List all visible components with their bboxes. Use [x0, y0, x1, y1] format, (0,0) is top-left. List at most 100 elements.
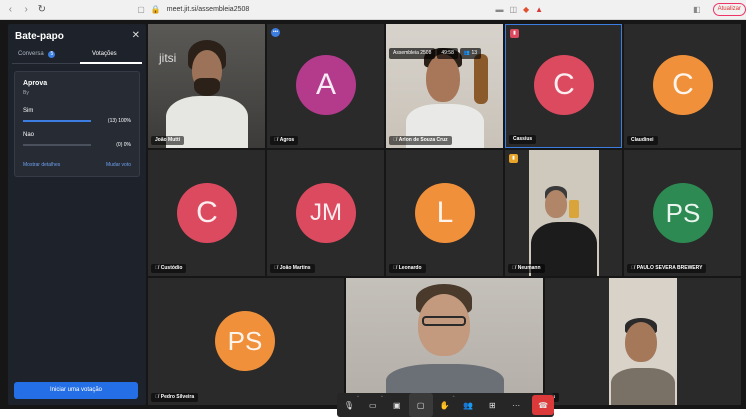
poll-option-bar — [23, 120, 91, 122]
avatar: PS — [653, 183, 713, 243]
participant-name: Cassius — [509, 135, 537, 144]
participant-name: 🎙̸ João Martins — [270, 264, 315, 273]
poll-option-count: (0) 0% — [116, 142, 131, 148]
mic-muted-icon: 🎙̸ — [155, 265, 159, 271]
avatar-initials: C — [553, 68, 575, 101]
brave-rewards-icon[interactable]: ▲ — [535, 5, 543, 14]
avatar: C — [177, 183, 237, 243]
poll-card: Aprova By Sim (13) 100% Nao (0) 0% Mostr… — [14, 71, 140, 177]
phone-hangup-icon: ☎ — [538, 400, 549, 410]
chevron-up-icon[interactable]: ^ — [357, 394, 359, 399]
reload-icon[interactable]: ↻ — [37, 4, 48, 16]
screen-share-button[interactable]: ▣ — [385, 393, 409, 417]
participant-name: 🎙̸ Arlon de Souza Cruz — [389, 136, 452, 145]
connection-indicator-icon[interactable]: ▮ — [510, 29, 519, 38]
mic-muted-icon: 🎙̸ — [393, 265, 397, 271]
guitar — [474, 54, 488, 104]
participant-name-text: Leonardo — [398, 265, 422, 271]
participant-name-text: Pedro Silveira — [160, 394, 195, 400]
participant-name-text: Custódio — [160, 265, 183, 271]
mic-muted-icon: 🎙̸ — [393, 137, 397, 143]
participant-name: 🎙̸ Agros — [270, 136, 299, 145]
sidebar-icon[interactable]: ◧ — [693, 5, 701, 14]
poll-author: By — [23, 90, 29, 96]
participant-name-text: João Martins — [279, 265, 311, 271]
participant-tile[interactable]: C 🎙̸ Custódio — [148, 150, 265, 276]
connection-indicator-icon[interactable]: ▮ — [509, 154, 518, 163]
participant-tile[interactable]: JM 🎙̸ João Martins — [267, 150, 384, 276]
video-camera-icon: ▭ — [369, 400, 377, 410]
participant-name: 🎙̸ Leonardo — [389, 264, 426, 273]
participant-name: Claudinei — [627, 136, 658, 145]
hangup-button[interactable]: ☎ — [532, 395, 555, 415]
meeting-timer: 49:58 — [437, 48, 458, 59]
browser-toolbar: ‹ › ↻ ▢ 🔒 meet.jit.si/assembleia2508 ▬ ◫… — [0, 0, 746, 20]
participant-tile[interactable]: C Claudinei — [624, 24, 741, 148]
meeting-info: Assembleia 2508 49:58 👥 13 — [389, 48, 482, 59]
avatar: L — [415, 183, 475, 243]
participant-name-text: PAULO SEVERA BREWERY — [636, 265, 703, 271]
participant-name-text: Agros — [279, 137, 295, 143]
participant-tile[interactable] — [346, 278, 543, 405]
chevron-up-icon[interactable]: ^ — [381, 394, 383, 399]
start-vote-button[interactable]: Iniciar uma votação — [14, 382, 138, 399]
poll-option-fill — [23, 120, 91, 122]
participant-tile[interactable]: ••• A 🎙̸ Agros — [267, 24, 384, 148]
participant-count[interactable]: 👥 13 — [459, 48, 482, 59]
drink-glass — [569, 200, 579, 218]
participant-tile[interactable]: ...enis — [545, 278, 741, 405]
participant-name-text: Neumann — [517, 265, 541, 271]
microphone-button[interactable]: 🎙 ^ — [337, 393, 361, 417]
participants-button[interactable]: 👥 — [456, 393, 480, 417]
poll-question: Aprova — [23, 80, 48, 87]
back-icon[interactable]: ‹ — [5, 4, 16, 16]
tile-view-button[interactable]: ⊞ — [480, 393, 504, 417]
video-person-face — [625, 322, 657, 362]
video-person-face — [545, 190, 567, 218]
tile-view-icon: ⊞ — [488, 400, 496, 410]
participant-tile[interactable]: João Mutti — [148, 24, 265, 148]
participant-tile[interactable]: ▮ 🎙̸ Neumann — [505, 150, 622, 276]
unread-badge: 5 — [48, 51, 56, 58]
avatar: JM — [296, 183, 356, 243]
camera-icon[interactable]: ▬ — [495, 5, 503, 14]
avatar: A — [296, 55, 356, 115]
tab-label: Conversa — [18, 51, 44, 57]
participant-tile[interactable]: ▮ C Cassius — [505, 24, 622, 148]
participant-tile[interactable]: PS 🎙̸ Pedro Silveira — [148, 278, 344, 405]
avatar: PS — [215, 311, 275, 371]
tab-conversa[interactable]: Conversa 5 — [18, 51, 56, 58]
avatar: C — [534, 55, 594, 115]
close-icon[interactable]: ✕ — [132, 30, 140, 41]
show-details-link[interactable]: Mostrar detalhes — [23, 162, 60, 168]
active-tab-indicator — [80, 62, 142, 64]
address-bar[interactable]: meet.jit.si/assembleia2508 — [167, 6, 490, 13]
connection-indicator-icon[interactable]: ••• — [271, 28, 280, 37]
share-icon[interactable]: ◫ — [509, 5, 517, 14]
participant-tile[interactable]: PS 🎙̸ PAULO SEVERA BREWERY — [624, 150, 741, 276]
glasses — [422, 316, 466, 326]
raise-hand-button[interactable]: ✋ ^ — [433, 393, 457, 417]
participant-tile[interactable]: 🎙̸ Arlon de Souza Cruz — [386, 24, 503, 148]
participant-tile[interactable]: L 🎙̸ Leonardo — [386, 150, 503, 276]
tab-votacoes[interactable]: Votações — [92, 51, 117, 57]
camera-button[interactable]: ▭ ^ — [361, 393, 385, 417]
participant-name: 🎙̸ Custódio — [151, 264, 187, 273]
meeting-toolbar: 🎙 ^ ▭ ^ ▣ ▢ ✋ ^ 👥 ⊞ ··· ☎ — [337, 393, 555, 417]
more-actions-button[interactable]: ··· — [504, 393, 528, 417]
avatar-initials: PS — [227, 325, 263, 356]
change-vote-link[interactable]: Mudar voto — [106, 162, 131, 168]
avatar: C — [653, 55, 713, 115]
bookmark-icon[interactable]: ▢ — [137, 5, 145, 14]
chevron-up-icon[interactable]: ^ — [453, 394, 455, 399]
video-person-beard — [194, 78, 220, 96]
forward-icon[interactable]: › — [21, 4, 32, 16]
avatar-initials: A — [315, 68, 336, 101]
brave-shield-icon[interactable]: ◆ — [523, 5, 529, 14]
chat-button[interactable]: ▢ — [408, 393, 433, 417]
raise-hand-icon: ✋ — [439, 400, 450, 410]
poll-option-count: (13) 100% — [107, 118, 131, 124]
more-icon: ··· — [512, 400, 521, 410]
participant-name: 🎙̸ Neumann — [508, 264, 545, 273]
update-button[interactable]: Atualizar — [712, 3, 746, 16]
